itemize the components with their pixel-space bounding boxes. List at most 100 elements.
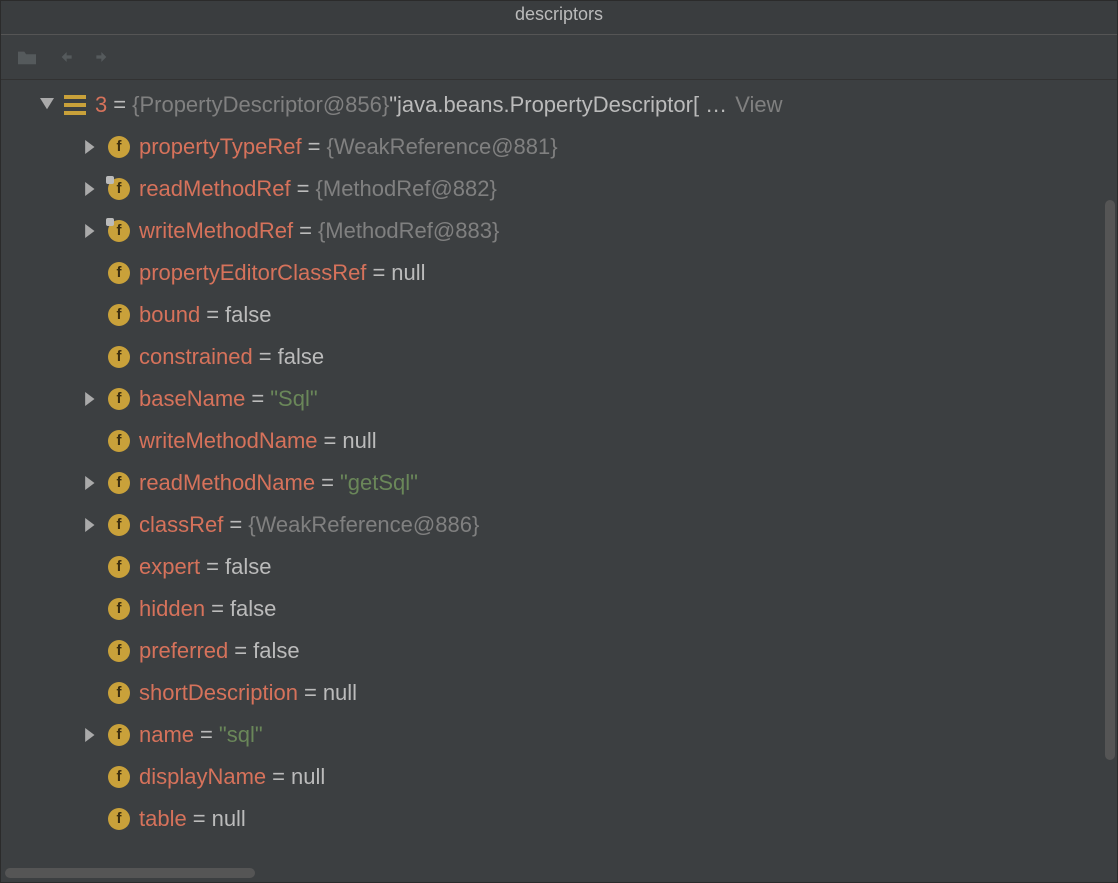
expand-arrow-right-icon[interactable] xyxy=(77,476,105,490)
field-value: {WeakReference@886} xyxy=(248,504,479,546)
field-row[interactable]: ftable = null xyxy=(7,798,1111,840)
field-icon: f xyxy=(105,640,133,662)
vertical-scrollbar[interactable] xyxy=(1105,200,1115,760)
field-name: writeMethodRef xyxy=(139,210,293,252)
field-row[interactable]: fname = "sql" xyxy=(7,714,1111,756)
field-name: preferred xyxy=(139,630,228,672)
field-value: null xyxy=(323,672,357,714)
equals-sign: = xyxy=(206,294,219,336)
equals-sign: = xyxy=(259,336,272,378)
field-icon: f xyxy=(105,682,133,704)
equals-sign: = xyxy=(299,210,312,252)
equals-sign: = xyxy=(200,714,213,756)
equals-sign: = xyxy=(211,588,224,630)
debugger-window: descriptors 3 = {Prope xyxy=(0,0,1118,883)
equals-sign: = xyxy=(324,420,337,462)
expand-arrow-down-icon[interactable] xyxy=(33,98,61,112)
equals-sign: = xyxy=(297,168,310,210)
field-value: false xyxy=(253,630,299,672)
field-name: classRef xyxy=(139,504,223,546)
field-row[interactable]: f writeMethodRef = {MethodRef@883} xyxy=(7,210,1111,252)
field-icon: f xyxy=(105,178,133,200)
root-index: 3 xyxy=(95,84,107,126)
field-row[interactable]: fconstrained = false xyxy=(7,336,1111,378)
field-row[interactable]: f writeMethodName = null xyxy=(7,420,1111,462)
field-name: readMethodRef xyxy=(139,168,291,210)
equals-sign: = xyxy=(251,378,264,420)
field-name: propertyTypeRef xyxy=(139,126,302,168)
field-icon: f xyxy=(105,388,133,410)
field-name: name xyxy=(139,714,194,756)
array-icon xyxy=(61,95,89,115)
field-icon: f xyxy=(105,430,133,452)
field-value: null xyxy=(342,420,376,462)
field-name: baseName xyxy=(139,378,245,420)
folder-icon[interactable] xyxy=(13,43,41,71)
field-value: null xyxy=(391,252,425,294)
field-value: false xyxy=(225,294,271,336)
field-row[interactable]: freadMethodName = "getSql" xyxy=(7,462,1111,504)
field-row[interactable]: f baseName = "Sql" xyxy=(7,378,1111,420)
tree-root-row[interactable]: 3 = {PropertyDescriptor@856} "java.beans… xyxy=(7,84,1111,126)
field-name: bound xyxy=(139,294,200,336)
field-value: false xyxy=(225,546,271,588)
field-icon: f xyxy=(105,724,133,746)
field-name: readMethodName xyxy=(139,462,315,504)
field-row[interactable]: f propertyTypeRef = {WeakReference@881} xyxy=(7,126,1111,168)
field-row[interactable]: fexpert = false xyxy=(7,546,1111,588)
expand-arrow-right-icon[interactable] xyxy=(77,392,105,406)
field-row[interactable]: fhidden = false xyxy=(7,588,1111,630)
field-row[interactable]: f propertyEditorClassRef = null xyxy=(7,252,1111,294)
field-row[interactable]: fclassRef = {WeakReference@886} xyxy=(7,504,1111,546)
arrow-right-icon[interactable] xyxy=(89,43,117,71)
view-link[interactable]: View xyxy=(735,84,782,126)
equals-sign: = xyxy=(372,252,385,294)
equals-sign: = xyxy=(321,462,334,504)
variables-tree: 3 = {PropertyDescriptor@856} "java.beans… xyxy=(1,80,1117,882)
expand-arrow-right-icon[interactable] xyxy=(77,224,105,238)
field-row[interactable]: fshortDescription = null xyxy=(7,672,1111,714)
field-name: displayName xyxy=(139,756,266,798)
field-icon: f xyxy=(105,808,133,830)
field-name: hidden xyxy=(139,588,205,630)
field-row[interactable]: fdisplayName = null xyxy=(7,756,1111,798)
equals-sign: = xyxy=(308,126,321,168)
expand-arrow-right-icon[interactable] xyxy=(77,728,105,742)
arrow-left-icon[interactable] xyxy=(51,43,79,71)
field-name: table xyxy=(139,798,187,840)
field-icon: f xyxy=(105,598,133,620)
titlebar: descriptors xyxy=(1,1,1117,35)
field-name: shortDescription xyxy=(139,672,298,714)
horizontal-scrollbar[interactable] xyxy=(5,868,255,878)
field-name: constrained xyxy=(139,336,253,378)
field-icon: f xyxy=(105,766,133,788)
field-value: {WeakReference@881} xyxy=(327,126,558,168)
toolbar xyxy=(1,35,1117,80)
window-title: descriptors xyxy=(515,4,603,25)
field-value: "Sql" xyxy=(270,378,317,420)
expand-arrow-right-icon[interactable] xyxy=(77,140,105,154)
field-value: null xyxy=(212,798,246,840)
field-name: propertyEditorClassRef xyxy=(139,252,366,294)
field-value: {MethodRef@882} xyxy=(316,168,497,210)
field-icon: f xyxy=(105,136,133,158)
field-icon: f xyxy=(105,220,133,242)
equals-sign: = xyxy=(229,504,242,546)
expand-arrow-right-icon[interactable] xyxy=(77,182,105,196)
field-icon: f xyxy=(105,262,133,284)
field-value: false xyxy=(230,588,276,630)
field-name: writeMethodName xyxy=(139,420,318,462)
field-value: {MethodRef@883} xyxy=(318,210,499,252)
field-icon: f xyxy=(105,472,133,494)
expand-arrow-right-icon[interactable] xyxy=(77,518,105,532)
field-row[interactable]: f readMethodRef = {MethodRef@882} xyxy=(7,168,1111,210)
field-icon: f xyxy=(105,304,133,326)
equals-sign: = xyxy=(234,630,247,672)
field-value: "sql" xyxy=(219,714,263,756)
field-icon: f xyxy=(105,556,133,578)
field-value: false xyxy=(278,336,324,378)
equals-sign: = xyxy=(113,84,126,126)
field-row[interactable]: fbound = false xyxy=(7,294,1111,336)
field-row[interactable]: f preferred = false xyxy=(7,630,1111,672)
root-type: {PropertyDescriptor@856} xyxy=(132,84,389,126)
